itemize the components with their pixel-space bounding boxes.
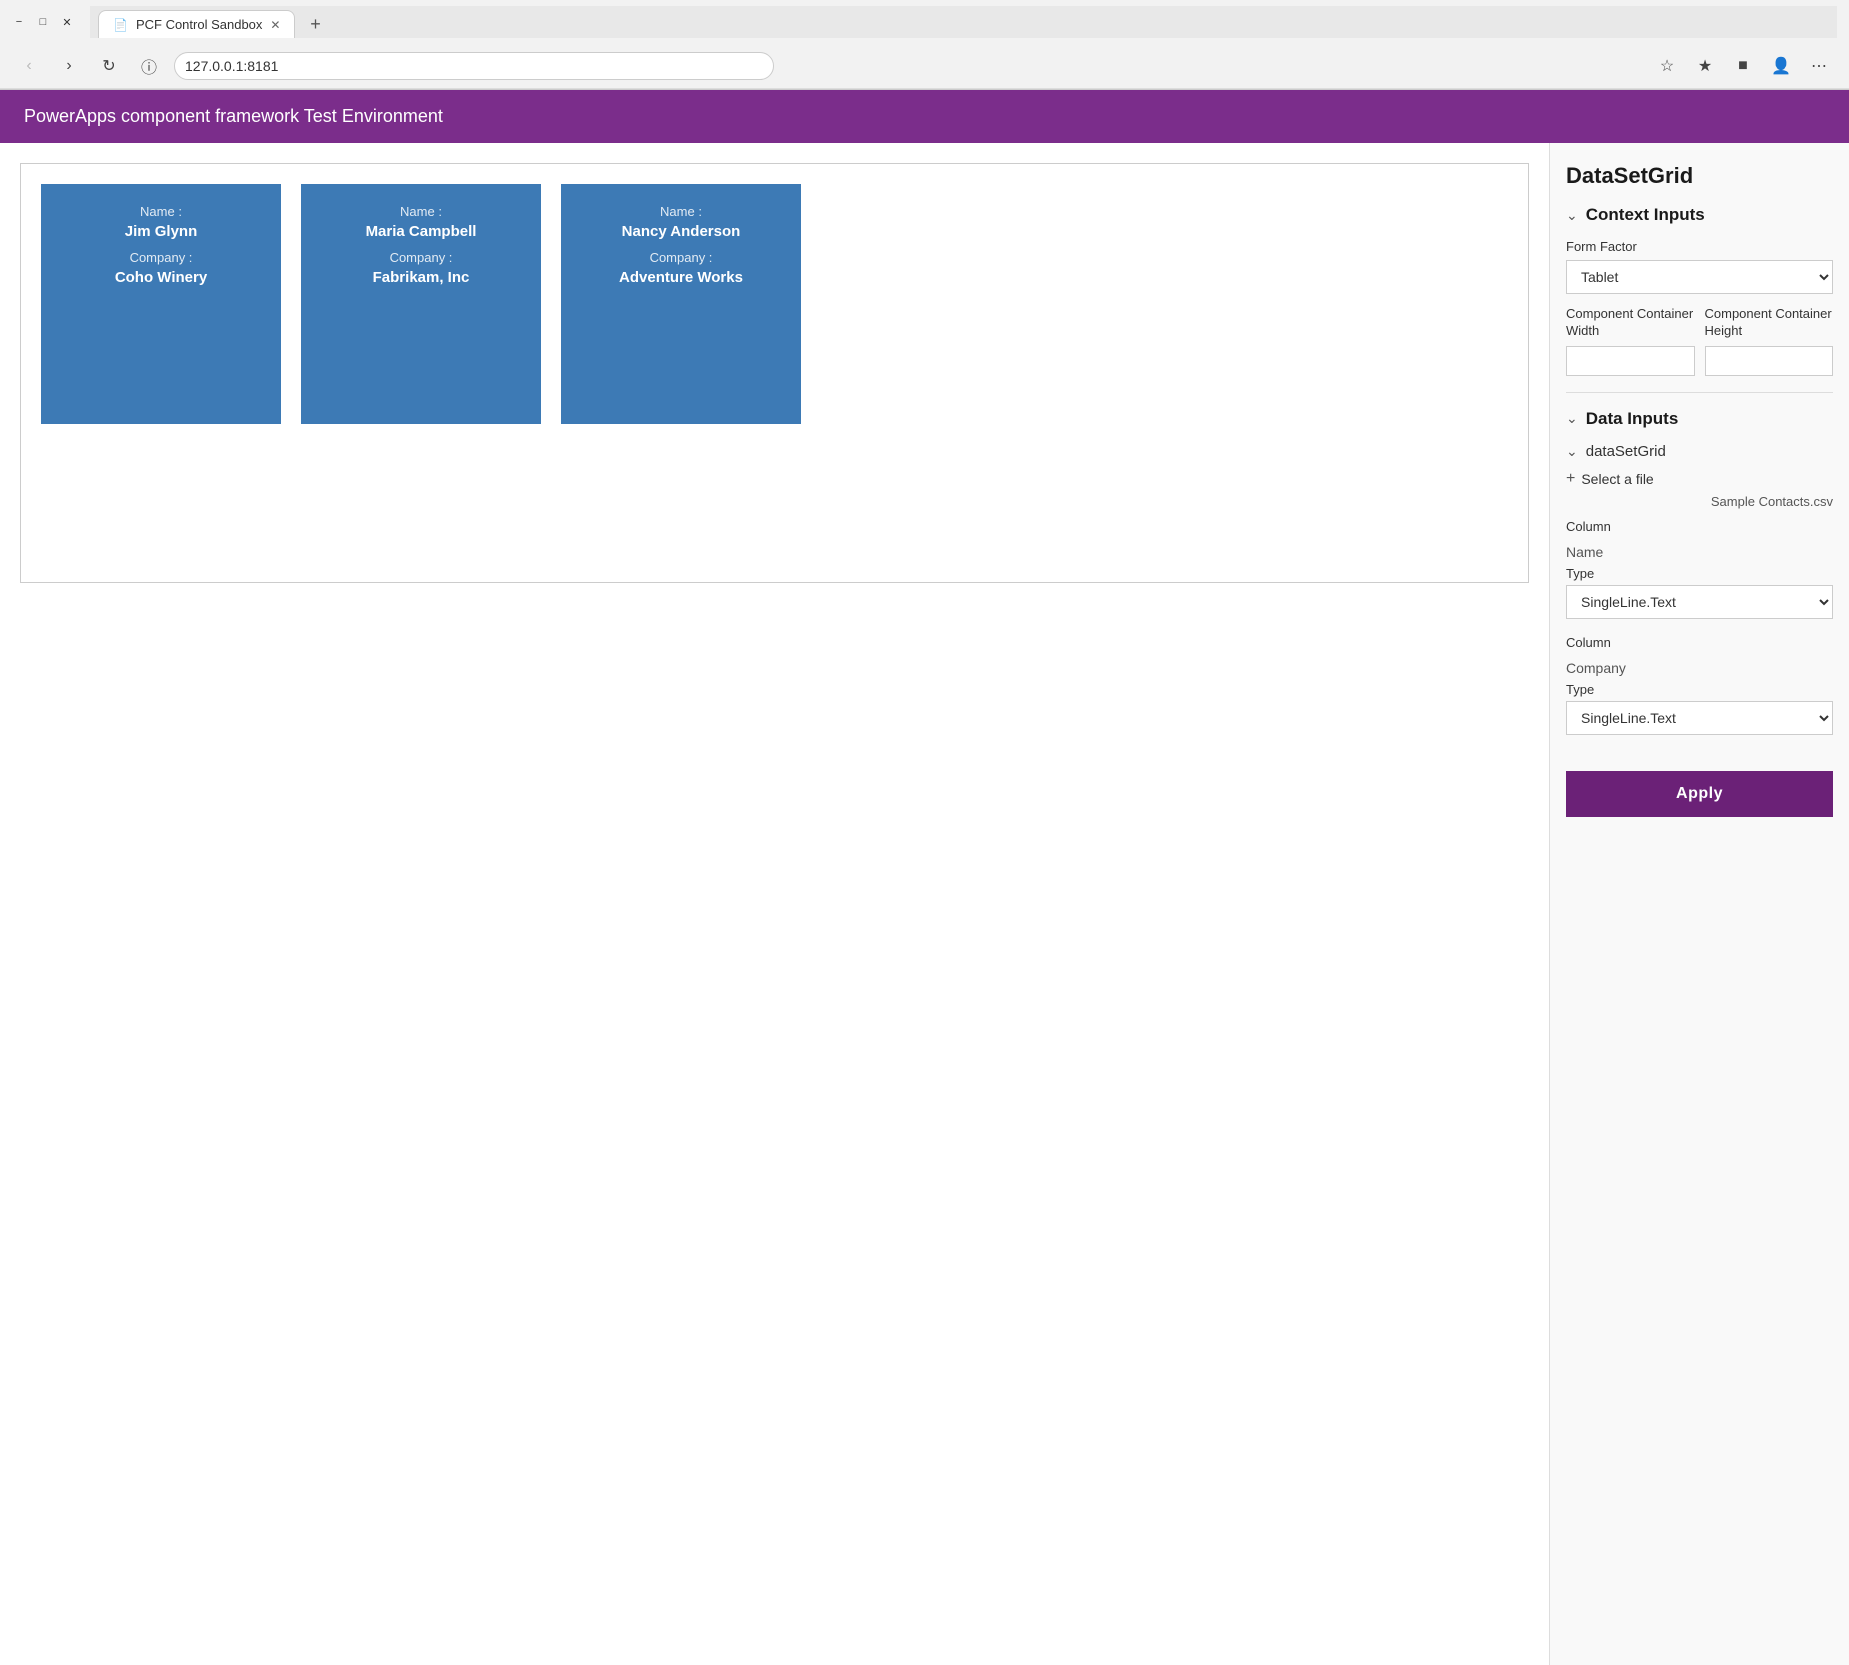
container-width-label: Component Container Width: [1566, 306, 1695, 340]
minimize-button[interactable]: −: [12, 15, 26, 29]
card-1-company-label: Company :: [130, 250, 193, 265]
browser-chrome: − □ ✕ 📄 PCF Control Sandbox ✕ + ‹ › ↻ ⓘ …: [0, 0, 1849, 90]
reload-button[interactable]: ↻: [94, 51, 124, 81]
column-2-value: Company: [1566, 654, 1833, 682]
section-divider: [1566, 392, 1833, 393]
container-inputs: Component Container Width Component Cont…: [1566, 306, 1833, 376]
profile-icon[interactable]: 👤: [1765, 50, 1797, 82]
data-inputs-title: Data Inputs: [1586, 409, 1679, 429]
back-button[interactable]: ‹: [14, 51, 44, 81]
select-file-label: Select a file: [1581, 471, 1653, 487]
collections-icon[interactable]: ★: [1689, 50, 1721, 82]
container-width-group: Component Container Width: [1566, 306, 1695, 376]
container-height-input[interactable]: [1705, 346, 1834, 376]
app-header: PowerApps component framework Test Envir…: [0, 90, 1849, 143]
card-3-name-label: Name :: [660, 204, 702, 219]
container-width-input[interactable]: [1566, 346, 1695, 376]
type-2-label: Type: [1566, 682, 1833, 697]
container-height-label: Component Container Height: [1705, 306, 1834, 340]
card-2-name-label: Name :: [400, 204, 442, 219]
type-2-select[interactable]: SingleLine.Text MultiLine.Text Whole.Non…: [1566, 701, 1833, 735]
column-1-value: Name: [1566, 538, 1833, 566]
card-1-name-label: Name :: [140, 204, 182, 219]
new-tab-button[interactable]: +: [301, 10, 329, 38]
column-2-block: Column Company Type SingleLine.Text Mult…: [1566, 635, 1833, 735]
dataset-label: dataSetGrid: [1586, 443, 1666, 460]
cards-container: Name : Jim Glynn Company : Coho Winery N…: [20, 163, 1529, 583]
select-file-row[interactable]: + Select a file: [1566, 470, 1833, 488]
card-1[interactable]: Name : Jim Glynn Company : Coho Winery: [41, 184, 281, 424]
main-layout: Name : Jim Glynn Company : Coho Winery N…: [0, 143, 1849, 1665]
window-controls: − □ ✕: [12, 15, 74, 29]
type-1-label: Type: [1566, 566, 1833, 581]
dataset-chevron: ⌄: [1566, 443, 1578, 460]
tab-bar: 📄 PCF Control Sandbox ✕ +: [90, 6, 1837, 38]
column-2-label: Column: [1566, 635, 1833, 650]
card-3-company-label: Company :: [650, 250, 713, 265]
column-1-label: Column: [1566, 519, 1833, 534]
address-input[interactable]: [174, 52, 774, 80]
card-3-name-value: Nancy Anderson: [622, 223, 741, 240]
active-tab[interactable]: 📄 PCF Control Sandbox ✕: [98, 10, 295, 38]
left-panel: Name : Jim Glynn Company : Coho Winery N…: [0, 143, 1549, 1665]
card-2-company-label: Company :: [390, 250, 453, 265]
extensions-icon[interactable]: ■: [1727, 50, 1759, 82]
card-2[interactable]: Name : Maria Campbell Company : Fabrikam…: [301, 184, 541, 424]
context-inputs-title: Context Inputs: [1586, 205, 1705, 225]
type-1-select[interactable]: SingleLine.Text MultiLine.Text Whole.Non…: [1566, 585, 1833, 619]
column-1-block: Column Name Type SingleLine.Text MultiLi…: [1566, 519, 1833, 619]
form-factor-select[interactable]: Tablet Phone Web: [1566, 260, 1833, 294]
file-name: Sample Contacts.csv: [1566, 494, 1833, 509]
card-2-company-value: Fabrikam, Inc: [373, 269, 470, 286]
card-1-name-value: Jim Glynn: [125, 223, 198, 240]
card-3[interactable]: Name : Nancy Anderson Company : Adventur…: [561, 184, 801, 424]
title-bar: − □ ✕ 📄 PCF Control Sandbox ✕ +: [0, 0, 1849, 44]
context-inputs-chevron: ⌄: [1566, 207, 1578, 224]
container-height-group: Component Container Height: [1705, 306, 1834, 376]
tab-close-icon[interactable]: ✕: [270, 18, 280, 32]
maximize-button[interactable]: □: [36, 15, 50, 29]
right-panel: DataSetGrid ⌄ Context Inputs Form Factor…: [1549, 143, 1849, 1665]
data-inputs-section: ⌄ Data Inputs ⌄ dataSetGrid + Select a f…: [1566, 409, 1833, 735]
tab-title: PCF Control Sandbox: [136, 17, 262, 32]
dataset-subsection: ⌄ dataSetGrid + Select a file Sample Con…: [1566, 443, 1833, 735]
close-button[interactable]: ✕: [60, 15, 74, 29]
app-header-title: PowerApps component framework Test Envir…: [24, 106, 443, 126]
dataset-subheader[interactable]: ⌄ dataSetGrid: [1566, 443, 1833, 460]
card-2-name-value: Maria Campbell: [366, 223, 477, 240]
toolbar-right: ☆ ★ ■ 👤 ⋯: [1651, 50, 1835, 82]
apply-button[interactable]: Apply: [1566, 771, 1833, 817]
panel-title: DataSetGrid: [1566, 163, 1833, 189]
tab-icon: 📄: [113, 18, 128, 32]
card-3-company-value: Adventure Works: [619, 269, 743, 286]
context-inputs-header[interactable]: ⌄ Context Inputs: [1566, 205, 1833, 225]
plus-icon: +: [1566, 470, 1575, 488]
data-inputs-chevron: ⌄: [1566, 410, 1578, 427]
card-1-company-value: Coho Winery: [115, 269, 207, 286]
form-factor-label: Form Factor: [1566, 239, 1833, 254]
star-outline-icon[interactable]: ☆: [1651, 50, 1683, 82]
context-inputs-section: ⌄ Context Inputs Form Factor Tablet Phon…: [1566, 205, 1833, 376]
menu-icon[interactable]: ⋯: [1803, 50, 1835, 82]
address-bar: ‹ › ↻ ⓘ ☆ ★ ■ 👤 ⋯: [0, 44, 1849, 89]
info-icon: ⓘ: [134, 51, 164, 81]
forward-button[interactable]: ›: [54, 51, 84, 81]
data-inputs-header[interactable]: ⌄ Data Inputs: [1566, 409, 1833, 429]
